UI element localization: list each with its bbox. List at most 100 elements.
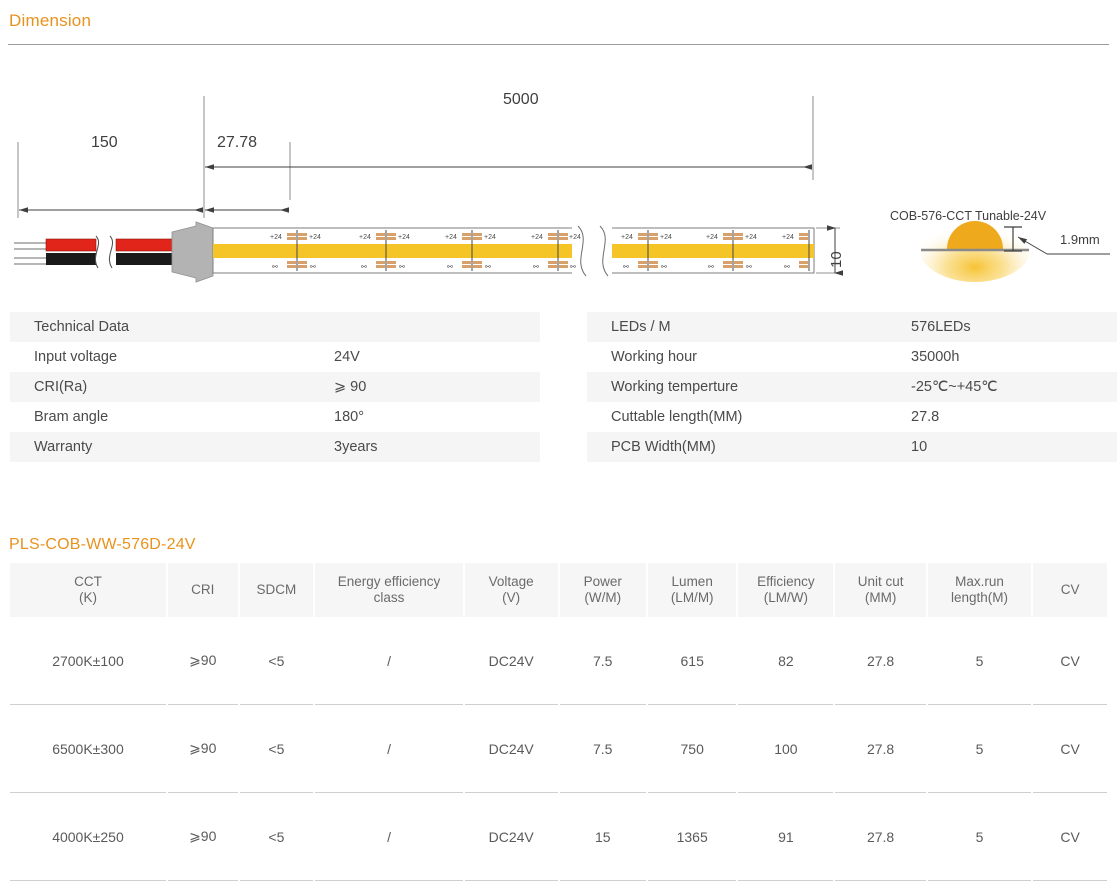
- cell-efficiency: 82: [738, 617, 833, 705]
- product-icon-caption: COB-576-CCT Tunable-24V: [890, 209, 1046, 223]
- spec-row-working-hour: Working hour 35000h: [587, 342, 1117, 372]
- cell-efficiency: 100: [738, 705, 833, 793]
- cell-voltage: DC24V: [465, 793, 558, 881]
- svg-text:⚯: ⚯: [533, 264, 539, 271]
- cell-cv: CV: [1033, 705, 1107, 793]
- svg-text:⚯: ⚯: [623, 264, 629, 271]
- cell-lumen: 1365: [648, 793, 737, 881]
- title-divider: [8, 44, 1109, 45]
- cell-lumen: 615: [648, 617, 737, 705]
- table-row: 2700K±100 ⩾90 <5 / DC24V 7.5 615 82 27.8…: [10, 617, 1107, 705]
- cell-sdcm: <5: [240, 617, 314, 705]
- dimension-label-lead: 150: [91, 134, 118, 152]
- column-header-sdcm-line1: SDCM: [242, 582, 312, 598]
- cell-cct: 6500K±300: [10, 705, 166, 793]
- svg-text:+24: +24: [359, 234, 371, 241]
- column-header-energy-efficiency-class: Energy efficiency class: [315, 563, 463, 617]
- spec-row-leds-per-m: LEDs / M 576LEDs: [587, 312, 1117, 342]
- table-row: 6500K±300 ⩾90 <5 / DC24V 7.5 750 100 27.…: [10, 705, 1107, 793]
- svg-text:⚯: ⚯: [570, 264, 576, 271]
- svg-text:+24: +24: [309, 234, 321, 241]
- svg-text:⚯: ⚯: [447, 264, 453, 271]
- cell-cv: CV: [1033, 617, 1107, 705]
- cell-power: 7.5: [560, 705, 646, 793]
- spec-value-working-temperature: -25℃~+45℃: [911, 379, 998, 395]
- cell-efficiency: 91: [738, 793, 833, 881]
- svg-text:⚯: ⚯: [746, 264, 752, 271]
- cell-voltage: DC24V: [465, 617, 558, 705]
- spec-value-beam-angle: 180°: [334, 409, 364, 425]
- cell-cct: 4000K±250: [10, 793, 166, 881]
- spec-value-working-hour: 35000h: [911, 349, 959, 365]
- cell-sdcm: <5: [240, 793, 314, 881]
- cell-unit-cut: 27.8: [835, 617, 926, 705]
- spec-value-pcb-width: 10: [911, 439, 927, 455]
- spec-row-cuttable-length: Cuttable length(MM) 27.8: [587, 402, 1117, 432]
- spec-label-warranty: Warranty: [34, 439, 334, 455]
- svg-text:⚯: ⚯: [272, 264, 278, 271]
- column-header-cv: CV: [1033, 563, 1107, 617]
- spec-row-working-temperature: Working temperture -25℃~+45℃: [587, 372, 1117, 402]
- column-header-unit-cut-line2: (MM): [837, 590, 924, 606]
- column-header-efficiency-line1: Efficiency: [740, 574, 831, 590]
- column-header-cv-line1: CV: [1035, 582, 1105, 598]
- technical-data-header-label: Technical Data: [34, 319, 334, 335]
- column-header-energy-line1: Energy efficiency: [317, 574, 461, 590]
- svg-text:+24: +24: [270, 234, 282, 241]
- column-header-cct-line1: CCT: [12, 574, 164, 590]
- spec-value-leds-per-m: 576LEDs: [911, 319, 971, 335]
- column-header-maxrun-line2: length(M): [930, 590, 1029, 606]
- cell-sdcm: <5: [240, 705, 314, 793]
- column-header-sdcm: SDCM: [240, 563, 314, 617]
- dimension-label-cut: 27.78: [217, 134, 257, 152]
- column-header-lumen-line2: (LM/M): [650, 590, 735, 606]
- column-header-lumen: Lumen (LM/M): [648, 563, 737, 617]
- spec-label-pcb-width: PCB Width(MM): [611, 439, 911, 455]
- spec-row-cri: CRI(Ra) ⩾ 90: [10, 372, 540, 402]
- product-model-title: PLS-COB-WW-576D-24V: [9, 536, 196, 554]
- column-header-unit-cut: Unit cut (MM): [835, 563, 926, 617]
- cell-cri: ⩾90: [168, 617, 238, 705]
- dimension-drawing-svg: +24 +24 ⚯ ⚯ +24 +24 ⚯ ⚯: [0, 50, 1117, 290]
- column-header-maxrun-line1: Max.run: [930, 574, 1029, 590]
- column-header-voltage-line1: Voltage: [467, 574, 556, 590]
- column-header-efficiency: Efficiency (LM/W): [738, 563, 833, 617]
- cell-unit-cut: 27.8: [835, 705, 926, 793]
- spec-row-pcb-width: PCB Width(MM) 10: [587, 432, 1117, 462]
- cell-energy-class: /: [315, 793, 463, 881]
- spec-label-beam-angle: Bram angle: [34, 409, 334, 425]
- svg-text:+24: +24: [445, 234, 457, 241]
- cell-voltage: DC24V: [465, 705, 558, 793]
- page-title: Dimension: [9, 11, 91, 31]
- column-header-power: Power (W/M): [560, 563, 646, 617]
- cell-max-run: 5: [928, 617, 1031, 705]
- dimension-label-total: 5000: [503, 91, 539, 109]
- cell-lumen: 750: [648, 705, 737, 793]
- column-header-power-line1: Power: [562, 574, 644, 590]
- column-header-lumen-line1: Lumen: [650, 574, 735, 590]
- column-header-cct-line2: (K): [12, 590, 164, 606]
- column-header-cri-line1: CRI: [170, 582, 236, 598]
- spec-value-cri: ⩾ 90: [334, 379, 366, 395]
- svg-text:⚯: ⚯: [485, 264, 491, 271]
- thickness-label: 1.9mm: [1060, 232, 1100, 247]
- svg-text:+24: +24: [484, 234, 496, 241]
- svg-text:⚯: ⚯: [784, 264, 790, 271]
- column-header-max-run-length: Max.run length(M): [928, 563, 1031, 617]
- spec-row-warranty: Warranty 3years: [10, 432, 540, 462]
- svg-text:+24: +24: [660, 234, 672, 241]
- column-header-voltage: Voltage (V): [465, 563, 558, 617]
- svg-text:+24: +24: [531, 234, 543, 241]
- cell-unit-cut: 27.8: [835, 793, 926, 881]
- spec-label-working-temperature: Working temperture: [611, 379, 911, 395]
- spec-label-cri: CRI(Ra): [34, 379, 334, 395]
- svg-text:+24: +24: [621, 234, 633, 241]
- svg-text:+24: +24: [745, 234, 757, 241]
- dimension-diagram: +24 +24 ⚯ ⚯ +24 +24 ⚯ ⚯: [0, 50, 1117, 290]
- svg-text:+24: +24: [569, 234, 581, 241]
- svg-text:⚯: ⚯: [361, 264, 367, 271]
- column-header-efficiency-line2: (LM/W): [740, 590, 831, 606]
- svg-text:+24: +24: [706, 234, 718, 241]
- technical-data-table-left: Technical Data Input voltage 24V CRI(Ra)…: [10, 312, 540, 462]
- cell-energy-class: /: [315, 617, 463, 705]
